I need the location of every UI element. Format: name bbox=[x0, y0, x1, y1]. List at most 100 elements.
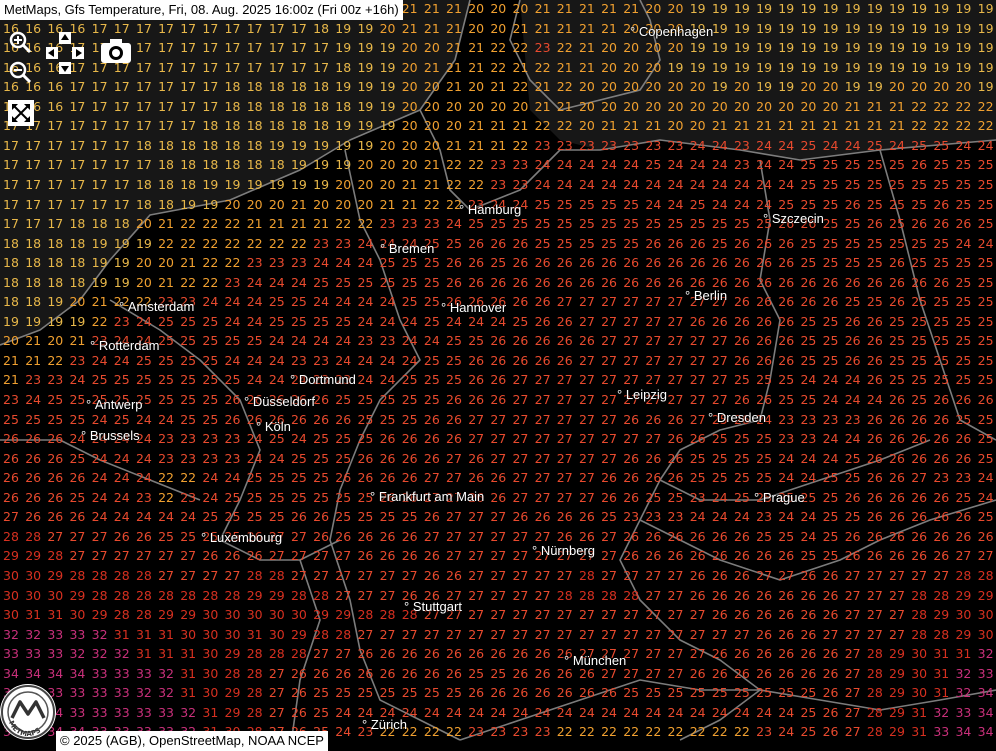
temperature-value: 27 bbox=[601, 313, 617, 329]
temperature-value: 20 bbox=[578, 118, 595, 134]
temperature-value: 22 bbox=[246, 235, 263, 251]
city-bremen[interactable]: Bremen bbox=[380, 242, 435, 256]
temperature-value: 26 bbox=[667, 431, 684, 447]
temperature-value: 25 bbox=[268, 313, 285, 329]
city-nurnberg[interactable]: Nürnberg bbox=[532, 544, 595, 558]
temperature-value: 26 bbox=[733, 333, 750, 349]
temperature-value: 25 bbox=[844, 157, 861, 173]
city-frankfurt[interactable]: Frankfurt am Main bbox=[370, 490, 484, 504]
temperature-value: 24 bbox=[91, 489, 108, 505]
temperature-value: 26 bbox=[933, 216, 950, 232]
temperature-value: 17 bbox=[91, 196, 108, 212]
temperature-value: 26 bbox=[335, 411, 352, 427]
temperature-value: 21 bbox=[534, 20, 551, 36]
pan-arrows-icon[interactable] bbox=[46, 32, 86, 76]
temperature-value: 21 bbox=[423, 176, 440, 192]
temperature-value: 17 bbox=[202, 79, 219, 95]
temperature-value: 25 bbox=[800, 352, 817, 368]
city-luxembourg[interactable]: Luxembourg bbox=[201, 531, 282, 545]
temperature-value: 21 bbox=[711, 118, 728, 134]
city-amsterdam[interactable]: Amsterdam bbox=[119, 300, 194, 314]
city-berlin[interactable]: Berlin bbox=[685, 289, 727, 303]
temperature-value: 25 bbox=[357, 392, 374, 407]
city-munchen[interactable]: München bbox=[564, 654, 626, 668]
temperature-value: 31 bbox=[25, 607, 42, 623]
city-rotterdam[interactable]: Rotterdam bbox=[90, 339, 160, 353]
city-zurich[interactable]: Zürich bbox=[362, 718, 407, 732]
temperature-value: 25 bbox=[733, 470, 750, 486]
temperature-value: 25 bbox=[468, 216, 485, 232]
city-hannover[interactable]: Hannover bbox=[441, 301, 506, 315]
temperature-value: 27 bbox=[601, 294, 617, 310]
temperature-value: 26 bbox=[468, 392, 485, 407]
temperature-value: 26 bbox=[3, 450, 19, 466]
temperature-value: 25 bbox=[778, 392, 795, 407]
temperature-value: 24 bbox=[800, 372, 817, 388]
temperature-value: 24 bbox=[800, 528, 817, 544]
temperature-value: 25 bbox=[290, 450, 307, 466]
temperature-value: 26 bbox=[357, 665, 374, 681]
temperature-value: 23 bbox=[335, 235, 352, 251]
temperature-value: 30 bbox=[180, 626, 197, 642]
temperature-value: 24 bbox=[977, 235, 994, 251]
city-koln[interactable]: Köln bbox=[256, 420, 291, 434]
temperature-value: 17 bbox=[25, 176, 42, 192]
temperature-value: 21 bbox=[578, 59, 595, 75]
temperature-value: 32 bbox=[158, 665, 174, 681]
temperature-value: 27 bbox=[578, 294, 595, 310]
temperature-value: 24 bbox=[578, 176, 595, 192]
temperature-value: 26 bbox=[379, 528, 396, 544]
city-leipzig[interactable]: Leipzig bbox=[617, 388, 667, 402]
city-prague[interactable]: Prague bbox=[754, 491, 805, 505]
temperature-value: 26 bbox=[313, 528, 330, 544]
city-dortmund[interactable]: Dortmund bbox=[290, 373, 356, 387]
city-stuttgart[interactable]: Stuttgart bbox=[404, 600, 462, 614]
temperature-value: 25 bbox=[977, 196, 994, 212]
temperature-value: 19 bbox=[778, 1, 795, 16]
temperature-value: 26 bbox=[556, 509, 573, 525]
temperature-value: 26 bbox=[822, 274, 839, 290]
temperature-value: 24 bbox=[711, 489, 728, 505]
temperature-value: 20 bbox=[446, 118, 462, 134]
temperature-value: 26 bbox=[512, 255, 529, 271]
temperature-value: 29 bbox=[889, 646, 905, 662]
temperature-value: 26 bbox=[423, 450, 440, 466]
city-copenhagen[interactable]: Copenhagen bbox=[630, 25, 713, 39]
city-hamburg[interactable]: Hamburg bbox=[459, 203, 521, 217]
temperature-value: 25 bbox=[689, 216, 706, 232]
temperature-value: 26 bbox=[756, 587, 773, 603]
temperature-value: 22 bbox=[534, 118, 551, 134]
temperature-value: 24 bbox=[977, 470, 994, 486]
metmaps-logo[interactable]: METMAPS bbox=[0, 684, 56, 740]
temperature-value: 27 bbox=[578, 450, 595, 466]
city-dusseldorf[interactable]: Düsseldorf bbox=[244, 395, 315, 409]
city-dresden[interactable]: Dresden bbox=[708, 411, 766, 425]
temperature-value: 19 bbox=[800, 59, 817, 75]
temperature-value: 26 bbox=[468, 274, 485, 290]
temperature-value: 25 bbox=[534, 216, 551, 232]
temperature-value: 27 bbox=[468, 626, 485, 642]
city-antwerp[interactable]: Antwerp bbox=[86, 398, 143, 412]
zoom-in-icon[interactable] bbox=[8, 30, 32, 54]
temperature-value: 26 bbox=[335, 470, 352, 486]
city-szczecin[interactable]: Szczecin bbox=[763, 212, 824, 226]
temperature-value: 21 bbox=[3, 372, 19, 388]
temperature-value: 27 bbox=[490, 626, 507, 642]
city-brussels[interactable]: Brussels bbox=[81, 429, 140, 443]
camera-icon[interactable] bbox=[100, 38, 132, 64]
temperature-value: 18 bbox=[25, 235, 42, 251]
temperature-value: 27 bbox=[578, 626, 595, 642]
fullscreen-icon[interactable] bbox=[8, 100, 34, 126]
temperature-value: 24 bbox=[711, 157, 728, 173]
temperature-value: 20 bbox=[645, 59, 662, 75]
temperature-value: 27 bbox=[911, 567, 928, 583]
temperature-value: 33 bbox=[113, 704, 130, 720]
temperature-value: 25 bbox=[556, 235, 573, 251]
temperature-value: 25 bbox=[911, 333, 928, 349]
temperature-value: 30 bbox=[911, 646, 928, 662]
zoom-out-icon[interactable] bbox=[8, 60, 32, 84]
temperature-value: 26 bbox=[313, 509, 330, 525]
temperature-value: 26 bbox=[911, 509, 928, 525]
temperature-value: 20 bbox=[911, 79, 928, 95]
temperature-value: 26 bbox=[866, 431, 883, 447]
